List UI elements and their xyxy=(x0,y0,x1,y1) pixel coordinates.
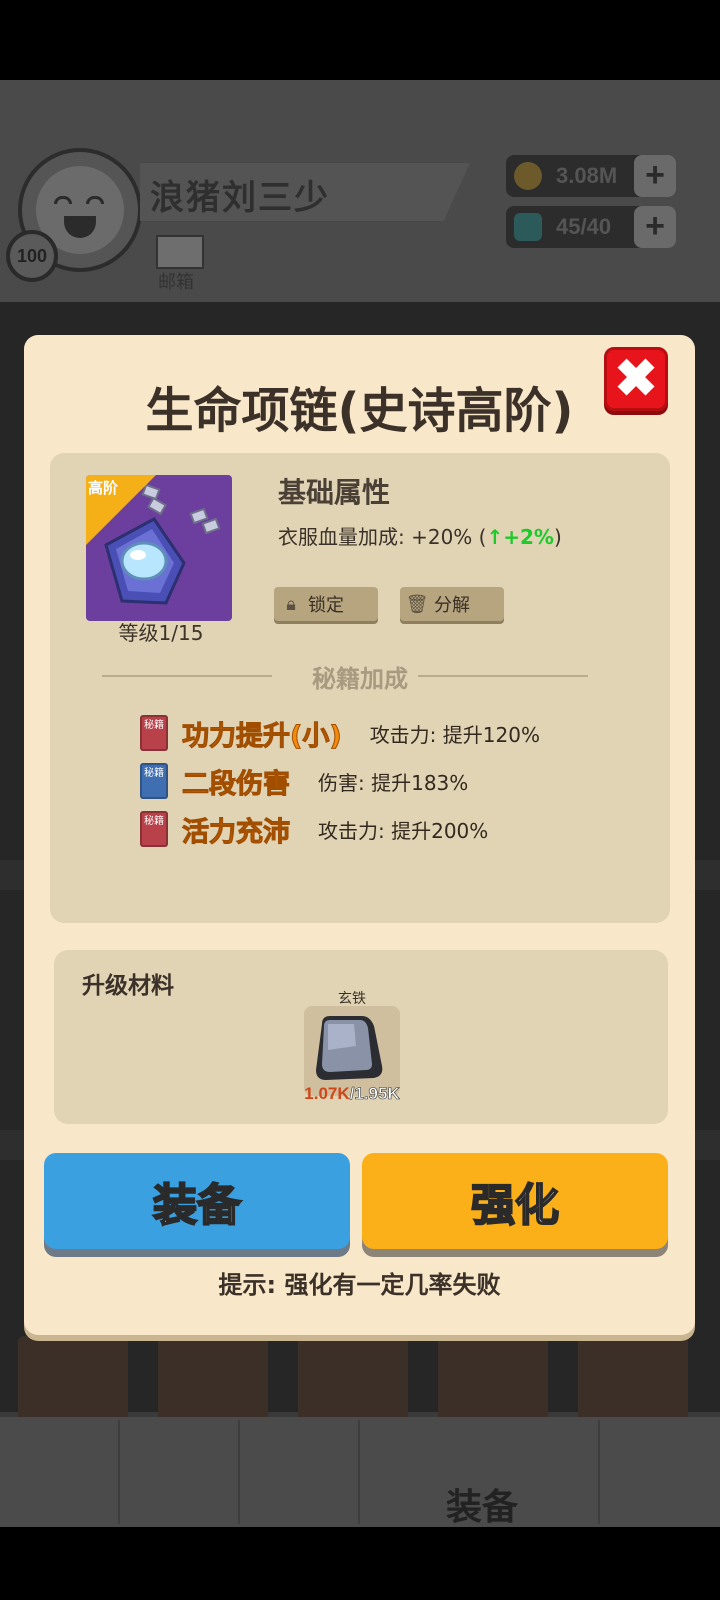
attribute-bonus: +2% xyxy=(503,525,554,549)
lock-icon: 🔒︎ xyxy=(286,593,296,615)
skill-row[interactable]: 秘籍 二段伤害 伤害: 提升183% xyxy=(140,761,468,801)
material-name: 玄铁 xyxy=(338,991,366,1007)
iron-ore-icon xyxy=(316,1016,383,1080)
trash-icon: 🗑︎ xyxy=(405,593,429,615)
base-attribute-line: 衣服血量加成: +20% (↑+2%) xyxy=(278,521,562,550)
dismantle-button[interactable]: 🗑︎ 分解 xyxy=(400,587,504,621)
material-have: 1.07K xyxy=(304,1084,350,1103)
mail-icon[interactable] xyxy=(156,235,204,269)
avatar-eye xyxy=(54,196,72,204)
avatar-mouth xyxy=(64,216,96,238)
attribute-text: 衣服血量加成: +20% ( xyxy=(278,525,487,549)
strengthen-hint: 提示: 强化有一定几率失败 xyxy=(218,1271,501,1299)
dismantle-label: 分解 xyxy=(434,595,470,616)
add-gem-button[interactable]: + xyxy=(634,206,676,248)
necklace-icon[interactable]: 高阶 xyxy=(86,475,232,621)
close-icon: ✖ xyxy=(614,350,658,408)
gem-amount: 45/40 xyxy=(556,214,612,239)
skill-name: 活力充沛 xyxy=(182,816,291,848)
item-info-panel: 高阶 等级1/15 基础属性 衣服血量加成: +20% (↑+2%) 🔒︎ 锁定… xyxy=(50,453,670,923)
secret-book-icon: 秘籍 xyxy=(140,763,168,799)
gem-icon xyxy=(514,213,542,241)
skill-name: 二段伤害 xyxy=(182,768,291,800)
secret-book-icon: 秘籍 xyxy=(140,715,168,751)
skill-row[interactable]: 秘籍 活力充沛 攻击力: 提升200% xyxy=(140,809,488,849)
material-need: /1.95K xyxy=(349,1084,400,1104)
system-nav-bar xyxy=(0,1527,720,1600)
material-count: 1.07K/1.95K xyxy=(274,1084,430,1104)
nav-tab-battle[interactable] xyxy=(240,1420,360,1524)
nav-tab-cultivate[interactable] xyxy=(120,1420,240,1524)
skill-name: 功力提升(小) xyxy=(182,720,343,752)
upgrade-materials-panel: 升级材料 玄铁 1.07K/1.95K xyxy=(54,950,668,1124)
dialog-title: 生命项链(史诗高阶) xyxy=(145,383,574,439)
secret-book-icon: 秘籍 xyxy=(140,811,168,847)
item-detail-dialog: 生命项链(史诗高阶) ✖ 高阶 等级1/15 基础属性 衣服血量加成: +20%… xyxy=(24,335,695,1335)
player-name: 浪猪刘三少 xyxy=(150,178,330,218)
skill-effect: 攻击力: 提升120% xyxy=(369,722,540,747)
up-arrow-icon: ↑ xyxy=(486,525,504,549)
strengthen-button[interactable]: 强化 xyxy=(362,1153,668,1249)
add-gold-button[interactable]: + xyxy=(634,155,676,197)
avatar-eye xyxy=(86,196,104,204)
skill-row[interactable]: 秘籍 功力提升(小) 攻击力: 提升120% xyxy=(140,713,540,753)
tier-tag-label: 高阶 xyxy=(88,479,119,497)
base-attributes-heading: 基础属性 xyxy=(278,476,391,509)
gold-resource: 3.08M + xyxy=(506,155,676,197)
mail-label[interactable]: 邮箱 xyxy=(158,268,194,294)
gem-resource: 45/40 + xyxy=(506,206,676,248)
secret-bonus-title: 秘籍加成 xyxy=(312,665,408,693)
attribute-suffix: ) xyxy=(553,525,562,549)
close-button[interactable]: ✖ xyxy=(604,347,668,411)
material-slot[interactable] xyxy=(304,1006,400,1096)
gold-amount: 3.08M xyxy=(556,163,618,188)
materials-heading: 升级材料 xyxy=(82,973,174,999)
skill-effect: 攻击力: 提升200% xyxy=(318,818,489,843)
player-level-badge: 100 xyxy=(6,230,58,282)
nav-tab-quest[interactable] xyxy=(0,1420,120,1524)
nav-equip-label: 装备 xyxy=(446,1487,519,1528)
skill-effect: 伤害: 提升183% xyxy=(318,770,469,795)
coin-icon xyxy=(514,162,542,190)
equip-button[interactable]: 装备 xyxy=(44,1153,350,1249)
item-level: 等级1/15 xyxy=(118,621,204,645)
lock-label: 锁定 xyxy=(308,595,344,616)
lock-button[interactable]: 🔒︎ 锁定 xyxy=(274,587,378,621)
